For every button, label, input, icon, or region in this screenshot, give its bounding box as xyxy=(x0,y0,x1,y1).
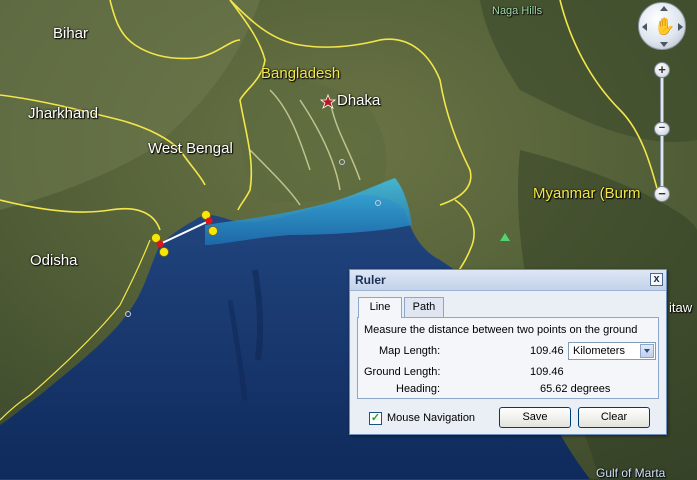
ruler-dialog: Ruler x Line Path Measure the distance b… xyxy=(349,269,667,435)
tab-path[interactable]: Path xyxy=(404,297,444,317)
ruler-line-panel: Measure the distance between two points … xyxy=(357,317,659,399)
map-length-label: Map Length: xyxy=(379,345,441,357)
place-label-odisha: Odisha xyxy=(30,252,78,269)
zoom-in-button[interactable]: + xyxy=(654,62,670,78)
place-label-jharkhand: Jharkhand xyxy=(28,105,99,122)
unit-value: Kilometers xyxy=(573,345,625,357)
place-label-dhaka: Dhaka xyxy=(337,92,381,109)
mouse-navigation-checkbox[interactable]: ✓ xyxy=(369,412,382,425)
close-button[interactable]: x xyxy=(650,273,663,286)
place-label-itaw: itaw xyxy=(669,300,693,315)
heading-value: 65.62 degrees xyxy=(540,383,611,395)
chevron-down-icon[interactable] xyxy=(640,344,654,358)
arrow-down-icon[interactable] xyxy=(660,42,668,47)
place-label-west-bengal: West Bengal xyxy=(148,140,233,157)
clear-button[interactable]: Clear xyxy=(578,407,650,428)
navigation-controls: ✋ + − − xyxy=(637,2,689,207)
arrow-right-icon[interactable] xyxy=(678,23,683,31)
save-button[interactable]: Save xyxy=(499,407,571,428)
place-label-bangladesh: Bangladesh xyxy=(261,65,341,82)
place-label-bihar: Bihar xyxy=(53,25,89,42)
ground-length-label: Ground Length: xyxy=(364,366,441,378)
ruler-titlebar[interactable]: Ruler x xyxy=(350,270,666,291)
zoom-thumb[interactable]: − xyxy=(654,122,670,137)
heading-label: Heading: xyxy=(396,383,441,395)
ground-length-value: 109.46 xyxy=(530,366,564,378)
mouse-navigation-label[interactable]: Mouse Navigation xyxy=(387,412,475,424)
map-length-value: 109.46 xyxy=(530,345,564,357)
place-label-gulf-of-martaban: Gulf of Marta xyxy=(596,466,666,480)
ruler-description: Measure the distance between two points … xyxy=(364,324,638,336)
place-label-naga-hills: Naga Hills xyxy=(492,5,543,17)
tab-line[interactable]: Line xyxy=(358,297,402,318)
hand-icon: ✋ xyxy=(654,17,676,36)
arrow-up-icon[interactable] xyxy=(660,6,668,11)
unit-select[interactable]: Kilometers xyxy=(568,342,656,360)
look-joystick[interactable]: ✋ xyxy=(638,2,686,50)
zoom-out-button[interactable]: − xyxy=(654,186,670,202)
ruler-title: Ruler xyxy=(355,273,386,287)
place-label-myanmar: Myanmar (Burm xyxy=(533,185,641,202)
zoom-slider[interactable]: + − − xyxy=(654,62,670,202)
arrow-left-icon[interactable] xyxy=(642,23,647,31)
